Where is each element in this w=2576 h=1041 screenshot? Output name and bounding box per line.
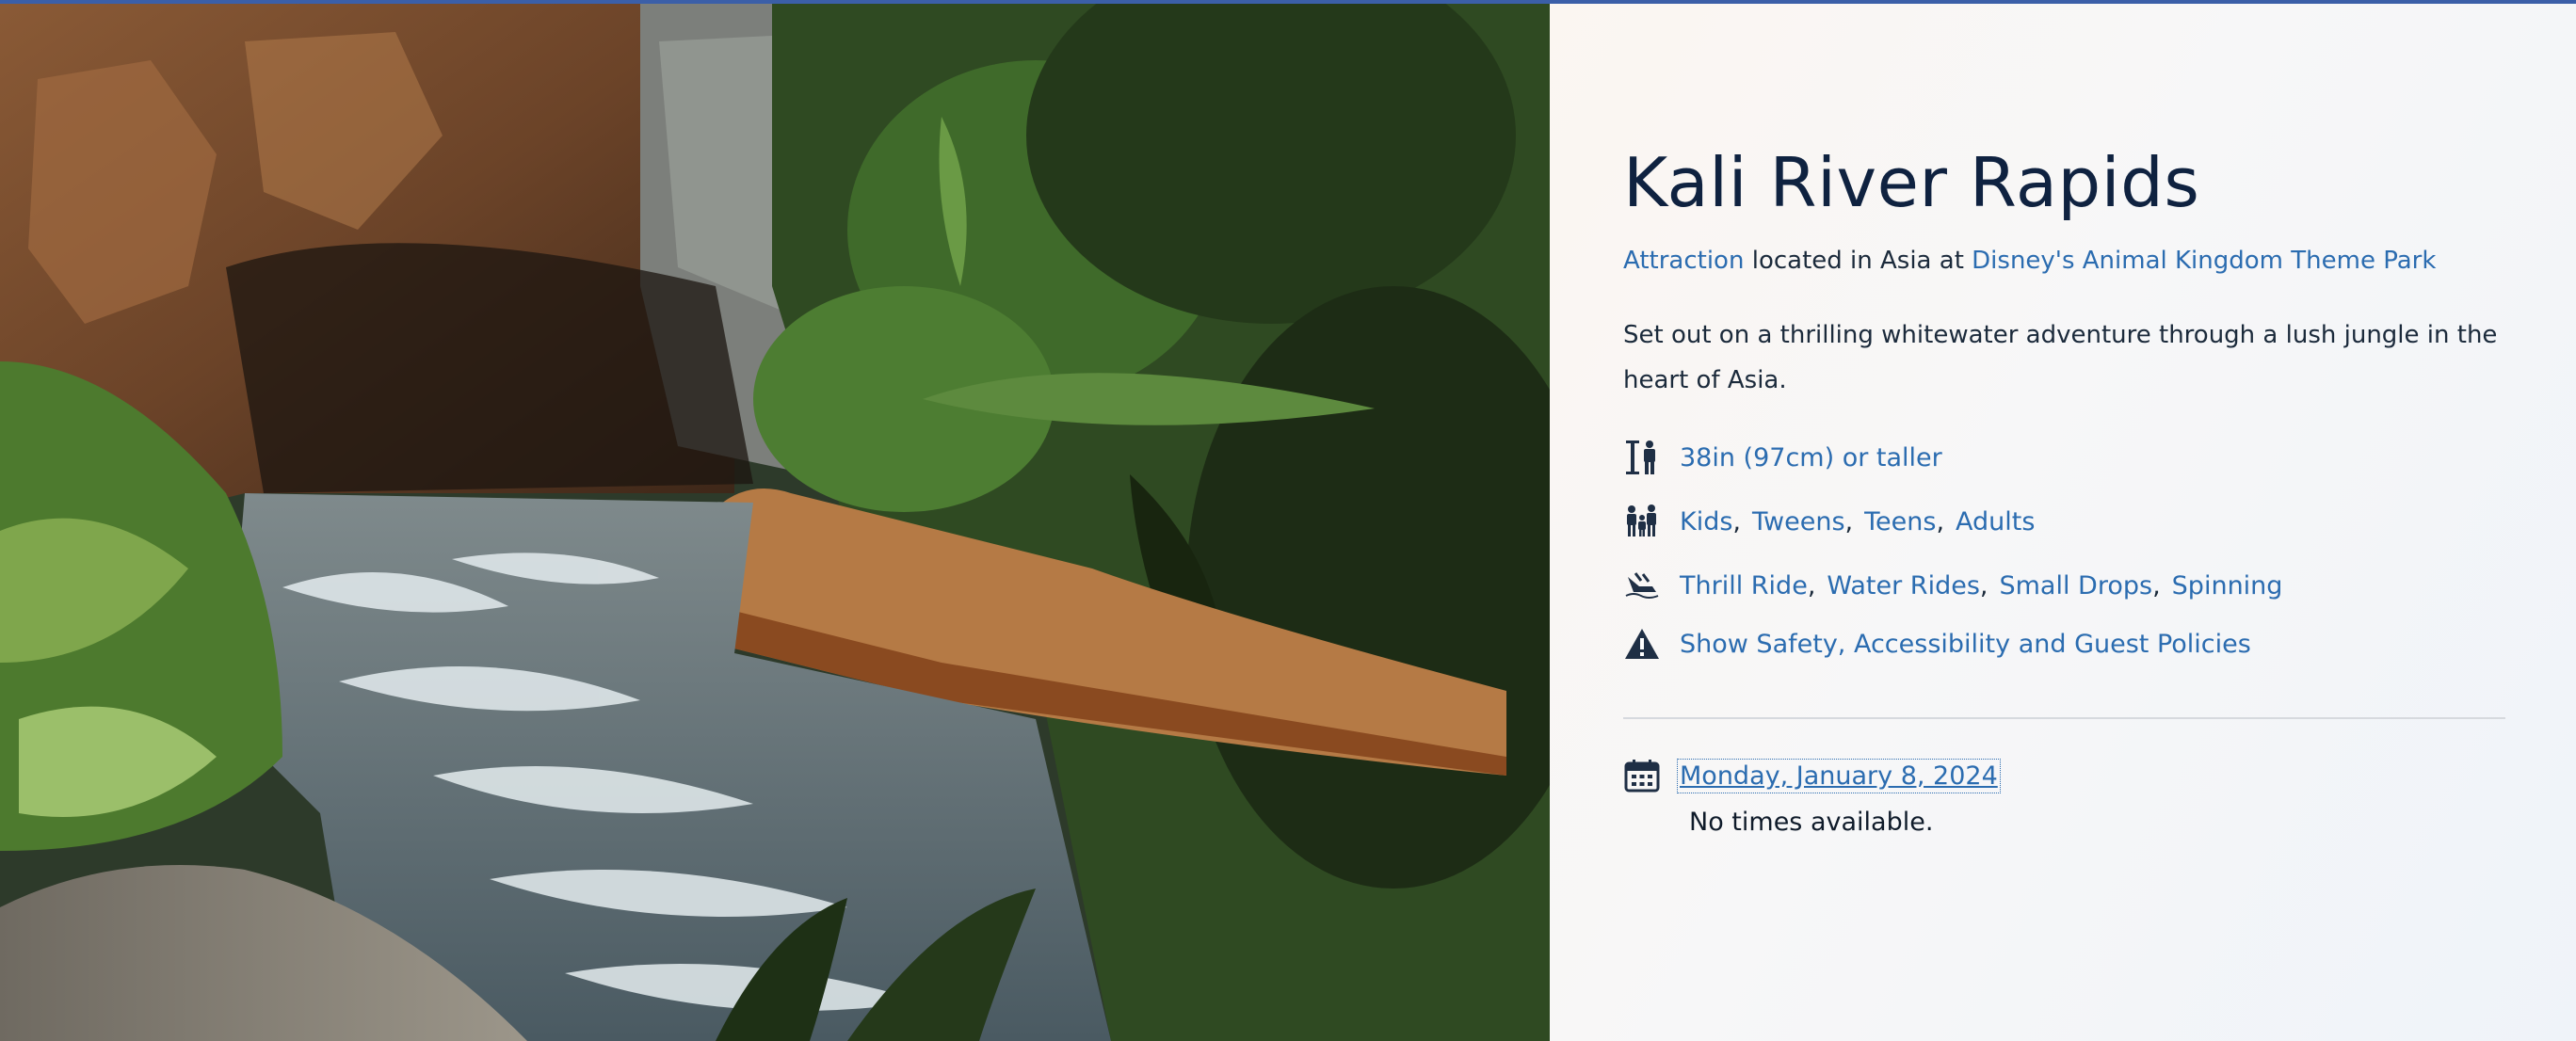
section-divider (1623, 717, 2505, 719)
location-text: located in Asia at (1751, 247, 1964, 275)
age-link-teens[interactable]: Teens (1864, 507, 1936, 537)
attraction-hero-image (0, 4, 1550, 1041)
attraction-type-link[interactable]: Attraction (1623, 247, 1744, 275)
raft-ride-icon (1623, 567, 1661, 604)
height-requirement-row: 38in (97cm) or taller (1623, 439, 1942, 476)
height-requirement-icon (1623, 439, 1661, 476)
category-link-thrill-ride[interactable]: Thrill Ride (1680, 571, 1808, 601)
attraction-subtitle: Attraction located in Asia at Disney's A… (1623, 247, 2436, 275)
category-link-small-drops[interactable]: Small Drops (1999, 571, 2152, 601)
attraction-description: Set out on a thrilling whitewater advent… (1623, 321, 2498, 394)
category-link-water-rides[interactable]: Water Rides (1827, 571, 1979, 601)
attraction-info-panel: Kali River Rapids Attraction located in … (1550, 4, 2576, 1041)
category-link-spinning[interactable]: Spinning (2172, 571, 2283, 601)
attraction-title: Kali River Rapids (1623, 143, 2200, 222)
policies-row: Show Safety, Accessibility and Guest Pol… (1623, 625, 2251, 663)
policies-link[interactable]: Show Safety, Accessibility and Guest Pol… (1680, 630, 2251, 659)
categories-row: Thrill Ride, Water Rides, Small Drops, S… (1623, 567, 2282, 604)
ages-row: Kids, Tweens, Teens, Adults (1623, 503, 2035, 540)
schedule-date-picker-link[interactable]: Monday, January 8, 2024 (1677, 758, 2001, 793)
height-requirement-link[interactable]: 38in (97cm) or taller (1680, 443, 1942, 472)
schedule-status: No times available. (1689, 808, 1934, 837)
age-link-kids[interactable]: Kids (1680, 507, 1732, 537)
calendar-icon (1623, 757, 1661, 794)
age-link-adults[interactable]: Adults (1956, 507, 2035, 537)
park-link[interactable]: Disney's Animal Kingdom Theme Park (1972, 247, 2436, 275)
family-icon (1623, 503, 1661, 540)
warning-icon (1623, 625, 1661, 663)
schedule-date-row: Monday, January 8, 2024 (1623, 757, 2001, 794)
age-link-tweens[interactable]: Tweens (1752, 507, 1845, 537)
